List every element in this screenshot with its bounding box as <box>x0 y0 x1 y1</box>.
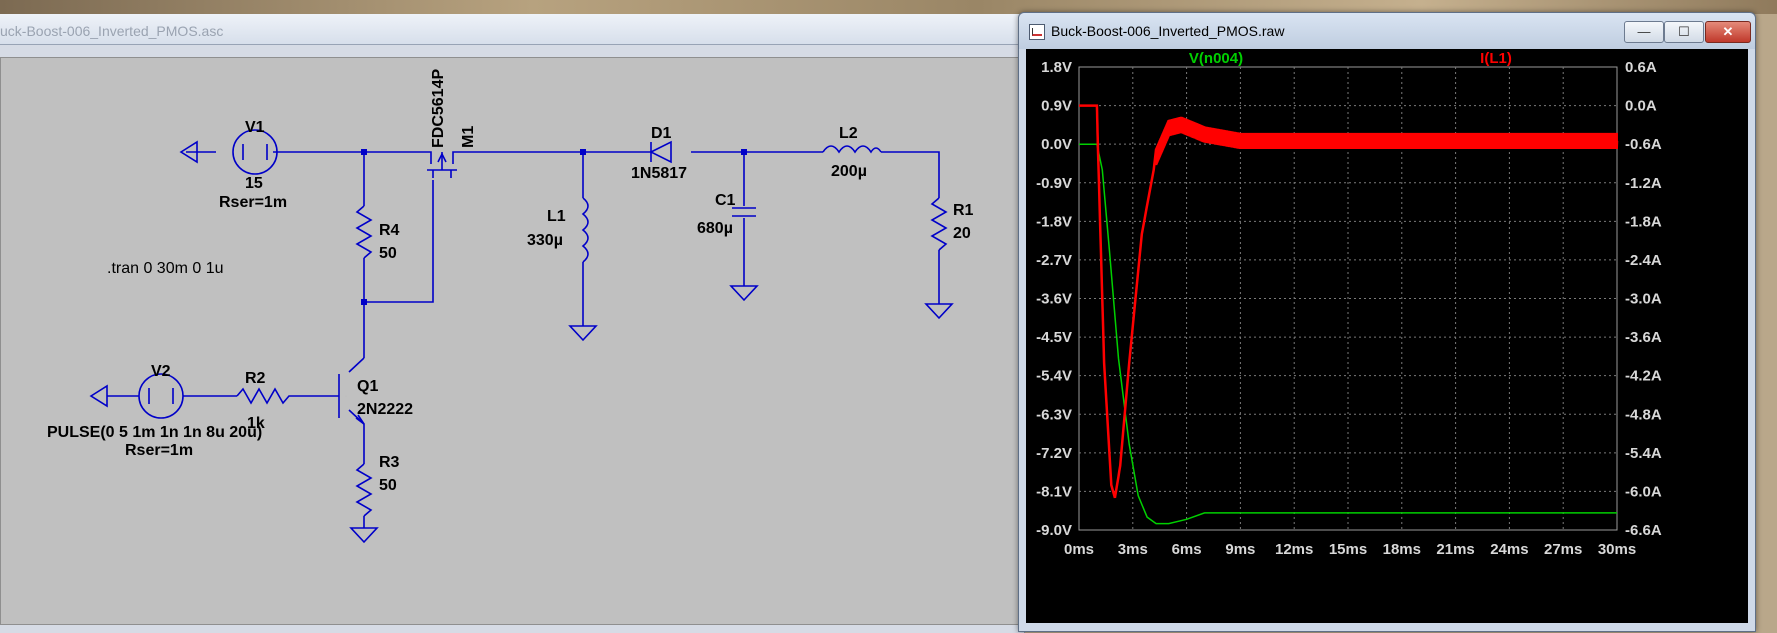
schematic-title-bar[interactable]: uck-Boost-006_Inverted_PMOS.asc <box>0 14 1024 45</box>
q1-value: 2N2222 <box>357 401 413 418</box>
left-tick-label: -4.5V <box>1036 329 1072 346</box>
left-tick-label: -9.0V <box>1036 522 1072 539</box>
r3-resistor[interactable] <box>355 463 373 517</box>
legend-label-I(L1): I(L1) <box>1480 50 1512 67</box>
left-tick-label: -8.1V <box>1036 483 1072 500</box>
c1-capacitor[interactable] <box>732 207 756 217</box>
x-tick-label: 18ms <box>1383 541 1421 558</box>
right-tick-label: 0.6A <box>1625 59 1657 76</box>
r1-resistor[interactable] <box>930 197 948 251</box>
close-button[interactable]: ✕ <box>1705 21 1751 43</box>
l1-label: L1 <box>547 208 566 225</box>
x-tick-label: 21ms <box>1436 541 1474 558</box>
left-tick-label: -1.8V <box>1036 213 1072 230</box>
right-tick-label: -1.8A <box>1625 213 1662 230</box>
x-tick-label: 27ms <box>1544 541 1582 558</box>
r1-value: 20 <box>953 225 971 242</box>
r2-label: R2 <box>245 370 266 387</box>
waveform-title-bar[interactable]: Buck-Boost-006_Inverted_PMOS.raw — ☐ ✕ <box>1019 13 1755 49</box>
right-tick-label: -3.0A <box>1625 291 1662 308</box>
left-tick-label: -0.9V <box>1036 175 1072 192</box>
l2-inductor[interactable] <box>822 145 882 154</box>
left-tick-label: -5.4V <box>1036 368 1072 385</box>
left-tick-label: 1.8V <box>1041 59 1072 76</box>
right-tick-label: -1.2A <box>1625 175 1662 192</box>
left-tick-label: -7.2V <box>1036 445 1072 462</box>
waveform-title: Buck-Boost-006_Inverted_PMOS.raw <box>1051 23 1285 39</box>
right-tick-label: -4.8A <box>1625 406 1662 423</box>
x-tick-label: 30ms <box>1598 541 1636 558</box>
left-tick-label: -6.3V <box>1036 406 1072 423</box>
right-tick-label: -2.4A <box>1625 252 1662 269</box>
r2-resistor[interactable] <box>236 387 313 405</box>
r4-value: 50 <box>379 245 397 262</box>
left-tick-label: -3.6V <box>1036 291 1072 308</box>
x-tick-label: 3ms <box>1118 541 1148 558</box>
schematic-canvas[interactable]: V1 15 Rser=1m R4 50 .tran 0 30m 0 1u FDC… <box>0 57 1020 625</box>
q1-label: Q1 <box>357 378 378 395</box>
legend-label-V(n004): V(n004) <box>1189 50 1243 67</box>
right-tick-label: -6.0A <box>1625 483 1662 500</box>
v2-label: V2 <box>151 363 171 380</box>
r1-label: R1 <box>953 202 974 219</box>
tran-directive[interactable]: .tran 0 30m 0 1u <box>107 260 224 277</box>
c1-label: C1 <box>715 192 736 209</box>
right-tick-label: -3.6A <box>1625 329 1662 346</box>
l1-value: 330µ <box>527 232 563 249</box>
waveform-plot[interactable]: 0ms 3ms 6ms 9ms 12ms 15ms 18ms 21ms 24ms 27ms 30ms… <box>1026 49 1748 623</box>
right-tick-label: -5.4A <box>1625 445 1662 462</box>
v2-value: PULSE(0 5 1m 1n 1n 8u 20u) <box>47 424 262 441</box>
v1-label: V1 <box>245 119 265 136</box>
x-tick-label: 15ms <box>1329 541 1367 558</box>
schematic-window[interactable]: uck-Boost-006_Inverted_PMOS.asc V1 15 Rs… <box>0 14 1025 633</box>
d1-value: 1N5817 <box>631 165 687 182</box>
m1-value: FDC5614P <box>430 69 447 148</box>
l2-label: L2 <box>839 125 858 142</box>
x-tick-label: 9ms <box>1225 541 1255 558</box>
m1-label: M1 <box>460 126 477 148</box>
waveform-chart[interactable]: 0ms 3ms 6ms 9ms 12ms 15ms 18ms 21ms 24ms 27ms 30ms… <box>1026 49 1748 623</box>
l1-inductor[interactable] <box>581 197 589 263</box>
maximize-button[interactable]: ☐ <box>1664 21 1704 43</box>
minimize-button[interactable]: — <box>1624 21 1664 43</box>
c1-value: 680µ <box>697 220 733 237</box>
x-tick-label: 12ms <box>1275 541 1313 558</box>
r4-label: R4 <box>379 222 400 239</box>
left-tick-label: 0.9V <box>1041 98 1072 115</box>
r3-label: R3 <box>379 454 400 471</box>
right-tick-label: -0.6A <box>1625 136 1662 153</box>
l2-value: 200µ <box>831 163 867 180</box>
waveform-app-icon[interactable] <box>1029 24 1045 40</box>
d1-label: D1 <box>651 125 672 142</box>
v1-rser: Rser=1m <box>219 194 287 211</box>
r3-value: 50 <box>379 477 397 494</box>
v1-value: 15 <box>245 175 263 192</box>
v2-rser: Rser=1m <box>125 442 193 459</box>
d1-diode[interactable] <box>649 140 672 164</box>
v2-ground-arrow <box>89 384 108 408</box>
left-tick-label: 0.0V <box>1041 136 1072 153</box>
waveform-window[interactable]: Buck-Boost-006_Inverted_PMOS.raw — ☐ ✕ 0… <box>1018 12 1756 632</box>
schematic-title: uck-Boost-006_Inverted_PMOS.asc <box>0 23 224 39</box>
right-tick-label: -6.6A <box>1625 522 1662 539</box>
r2-value: 1k <box>247 415 265 432</box>
r4-resistor[interactable] <box>355 205 373 259</box>
v1-source[interactable] <box>232 129 278 175</box>
x-tick-label: 24ms <box>1490 541 1528 558</box>
v2-source[interactable] <box>138 373 184 419</box>
right-tick-label: -4.2A <box>1625 368 1662 385</box>
left-tick-label: -2.7V <box>1036 252 1072 269</box>
x-tick-label: 0ms <box>1064 541 1094 558</box>
right-tick-label: 0.0A <box>1625 98 1657 115</box>
x-tick-label: 6ms <box>1172 541 1202 558</box>
schematic-drawing: V1 15 Rser=1m R4 50 .tran 0 30m 0 1u FDC… <box>47 69 974 544</box>
